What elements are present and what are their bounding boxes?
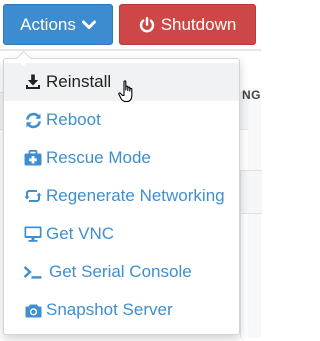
- power-icon: [139, 16, 155, 33]
- menu-item-label: Get Serial Console: [49, 262, 192, 281]
- download-icon: [23, 73, 43, 91]
- menu-item-rescue-mode[interactable]: Rescue Mode: [4, 139, 239, 177]
- menu-item-regenerate-networking[interactable]: Regenerate Networking: [4, 177, 239, 215]
- menu-item-get-vnc[interactable]: Get VNC: [4, 215, 239, 253]
- menu-item-label: Reinstall: [46, 72, 112, 91]
- menu-item-reboot[interactable]: Reboot: [4, 101, 239, 139]
- camera-icon: [23, 301, 43, 319]
- background-card: [240, 170, 262, 214]
- shutdown-button[interactable]: Shutdown: [119, 4, 256, 45]
- page-divider: [0, 49, 261, 51]
- menu-item-snapshot-server[interactable]: Snapshot Server: [4, 291, 239, 329]
- chevron-down-icon: [81, 20, 96, 30]
- actions-dropdown-button[interactable]: Actions: [3, 4, 113, 45]
- menu-item-label: Regenerate Networking: [46, 186, 225, 205]
- desktop-icon: [23, 225, 43, 243]
- terminal-icon: [23, 263, 43, 281]
- background-tab-label: NG: [242, 88, 261, 102]
- menu-item-label: Reboot: [46, 110, 101, 129]
- medkit-icon: [23, 149, 43, 167]
- menu-item-label: Get VNC: [46, 224, 115, 243]
- menu-item-label: Snapshot Server: [46, 300, 173, 319]
- menu-item-get-serial-console[interactable]: Get Serial Console: [4, 253, 239, 291]
- retweet-icon: [23, 187, 43, 205]
- hand-pointer-cursor-icon: [118, 80, 133, 103]
- refresh-icon: [23, 111, 43, 129]
- background-card-border: [240, 212, 262, 338]
- actions-button-label: Actions: [20, 15, 76, 34]
- menu-item-label: Rescue Mode: [46, 148, 151, 167]
- shutdown-button-label: Shutdown: [160, 15, 237, 34]
